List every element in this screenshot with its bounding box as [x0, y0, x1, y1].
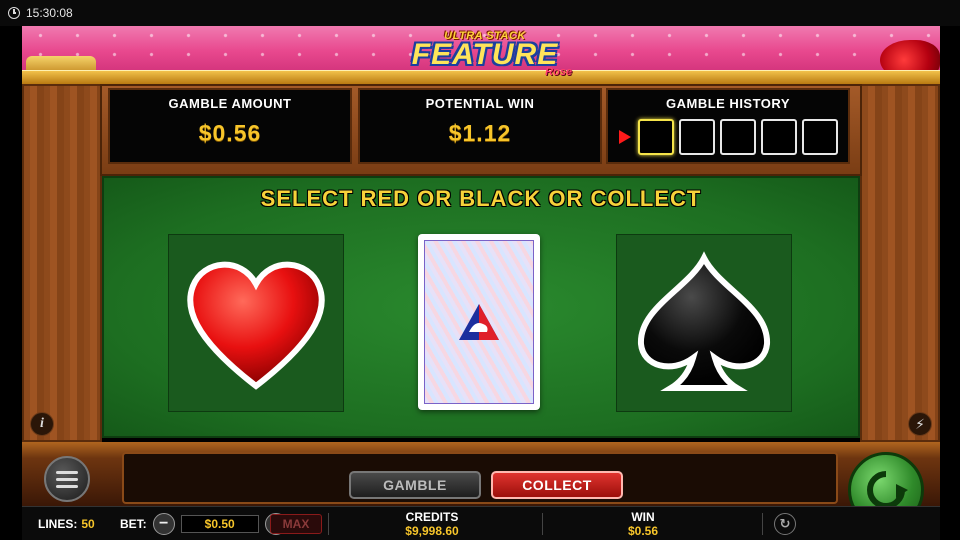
game-logo: ULTRA STACK FEATURE Rose — [394, 30, 576, 80]
card-logo-icon — [459, 304, 499, 340]
menu-bar — [56, 470, 78, 474]
win-value: $0.56 — [627, 524, 659, 538]
lines-label: LINES: — [38, 517, 78, 531]
history-slot — [678, 119, 715, 155]
potential-win-panel: POTENTIAL WIN $1.12 — [358, 88, 602, 164]
potential-win-label: POTENTIAL WIN — [425, 96, 535, 111]
lines-display: LINES: 50 — [38, 507, 95, 540]
gamble-amount-panel: GAMBLE AMOUNT $0.56 — [108, 88, 352, 164]
info-icon[interactable]: i — [30, 412, 54, 436]
gamble-table: SELECT RED OR BLACK OR COLLECT — [102, 176, 860, 438]
card-back — [424, 240, 534, 404]
gamble-amount-label: GAMBLE AMOUNT — [168, 96, 292, 111]
history-slot — [719, 119, 756, 155]
menu-bar — [56, 477, 78, 481]
win-display: WIN $0.56 — [588, 507, 698, 540]
black-choice-button[interactable] — [616, 234, 792, 412]
credits-display: CREDITS $9,998.60 — [377, 507, 487, 540]
max-bet-button[interactable]: MAX — [270, 514, 322, 534]
divider — [542, 513, 543, 535]
credits-label: CREDITS — [405, 510, 459, 524]
divider — [328, 513, 329, 535]
gamble-history-panel: GAMBLE HISTORY — [606, 88, 850, 164]
game-area: ULTRA STACK FEATURE Rose GAMBLE AMOUNT $… — [22, 26, 940, 540]
gamble-history-label: GAMBLE HISTORY — [665, 96, 790, 111]
logo-line2: FEATURE — [411, 38, 559, 71]
red-choice-button[interactable] — [168, 234, 344, 412]
lines-value: 50 — [81, 517, 95, 531]
gamble-amount-value: $0.56 — [198, 120, 262, 146]
collect-button[interactable]: COLLECT — [491, 471, 623, 499]
history-slots — [608, 119, 848, 155]
history-slot — [637, 119, 674, 155]
bet-decrease-button[interactable]: − — [152, 513, 175, 535]
heart-icon — [187, 261, 325, 390]
wood-pillar-left — [22, 84, 102, 442]
lightning-icon[interactable]: ⚡ — [908, 412, 932, 436]
bottom-bar: LINES: 50 BET: − $0.50 + MAX CREDITS $9,… — [22, 506, 940, 540]
credits-value: $9,998.60 — [405, 524, 459, 538]
bet-control: BET: − $0.50 + — [120, 507, 287, 540]
status-time: 15:30:08 — [26, 6, 73, 20]
bet-value: $0.50 — [180, 515, 259, 533]
wood-pillar-right — [860, 84, 940, 442]
win-label: WIN — [631, 510, 655, 524]
bet-label: BET: — [120, 517, 147, 531]
gamble-prompt: SELECT RED OR BLACK OR COLLECT — [260, 186, 702, 211]
gamble-button[interactable]: GAMBLE — [349, 471, 481, 499]
history-slot — [801, 119, 838, 155]
clock-icon — [8, 7, 20, 19]
replay-icon[interactable]: ↻ — [774, 513, 796, 535]
logo-line3: Rose — [545, 66, 572, 78]
face-down-card — [418, 234, 540, 410]
arrow-right-icon — [618, 130, 631, 144]
menu-button[interactable] — [44, 456, 90, 502]
history-slot — [760, 119, 797, 155]
spade-icon — [637, 251, 771, 391]
divider — [762, 513, 763, 535]
menu-bar — [56, 484, 78, 488]
potential-win-value: $1.12 — [448, 120, 512, 146]
status-bar: 15:30:08 — [0, 0, 960, 26]
